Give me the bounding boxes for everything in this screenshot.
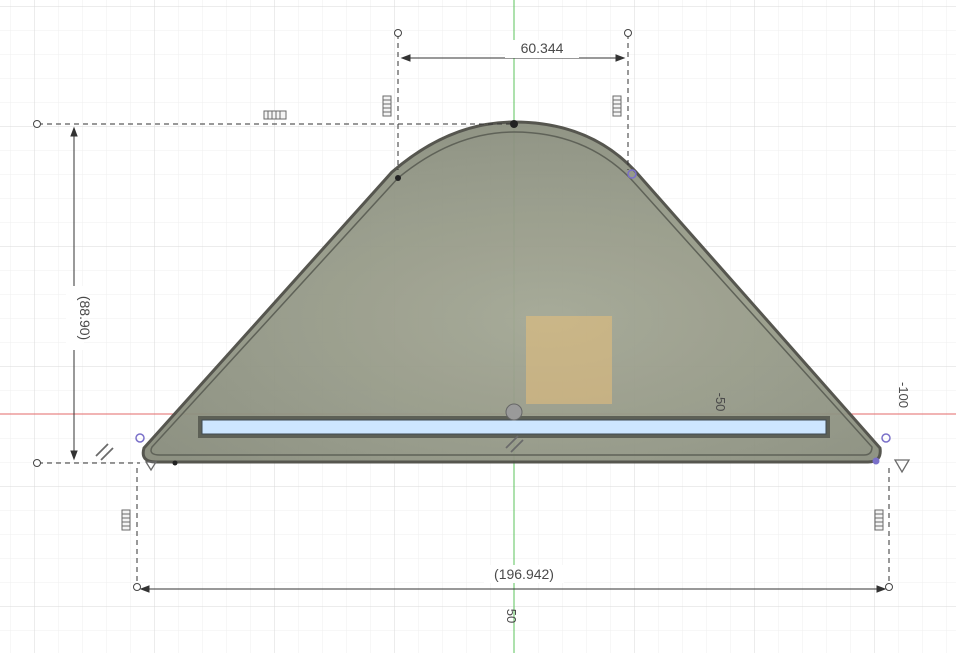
- vertical-constraint-icon: [121, 509, 131, 531]
- apex-point: [510, 120, 518, 128]
- vertical-constraint-icon: [612, 95, 622, 117]
- vertical-constraint-icon: [382, 95, 392, 117]
- axis-label-neg50: -50: [713, 393, 728, 412]
- axis-label-neg100: -100: [896, 382, 911, 408]
- vertical-constraint-icon: [874, 509, 884, 531]
- left-base-point: [172, 460, 178, 466]
- origin-point[interactable]: [505, 403, 523, 421]
- handle-top-left: [394, 29, 402, 37]
- origin-marker: [526, 316, 612, 404]
- right-base-point: [872, 457, 880, 465]
- horizontal-constraint-icon: [263, 110, 287, 120]
- height-dimension[interactable]: (88.90): [77, 296, 93, 340]
- slot-cutout[interactable]: [201, 419, 827, 435]
- axis-label-50: 50: [504, 609, 519, 623]
- handle-left-bottom: [33, 459, 41, 467]
- sketch-canvas[interactable]: 60.344 (88.90) (196.942) -50 -100 50: [0, 0, 956, 653]
- handle-top-right: [624, 29, 632, 37]
- base-width-dimension[interactable]: (196.942): [494, 566, 554, 582]
- top-width-dimension[interactable]: 60.344: [521, 40, 564, 56]
- handle-bottom-right: [885, 583, 893, 591]
- handle-bottom-left: [133, 583, 141, 591]
- handle-left-top: [33, 120, 41, 128]
- arc-start-point: [395, 175, 401, 181]
- sketch-svg[interactable]: 60.344 (88.90) (196.942) -50 -100 50: [0, 0, 956, 653]
